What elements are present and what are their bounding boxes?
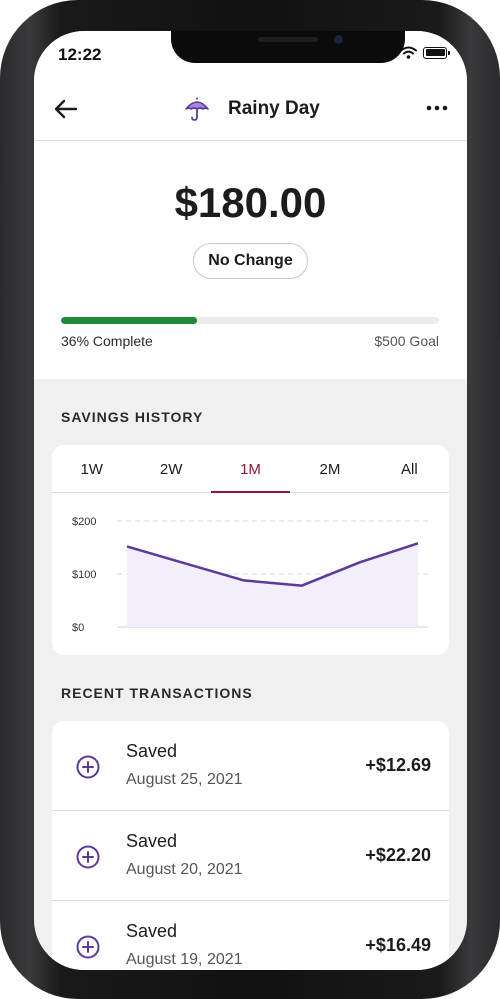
savings-chart: $200 $100 $0	[72, 516, 428, 634]
tab-all[interactable]: All	[370, 445, 449, 492]
phone-frame: 12:22 Rainy Day $180.00 No Change 36% Co…	[0, 0, 500, 999]
goal-progress-bar	[61, 317, 439, 324]
nav-bar: Rainy Day	[34, 86, 467, 140]
transaction-row[interactable]: Saved August 20, 2021 +$22.20	[52, 811, 449, 901]
savings-history-title: SAVINGS HISTORY	[61, 409, 204, 425]
transaction-amount: +$22.20	[365, 845, 431, 865]
tab-2m[interactable]: 2M	[290, 445, 369, 492]
umbrella-icon	[185, 97, 209, 121]
notch	[171, 31, 405, 63]
balance-amount: $180.00	[174, 179, 327, 226]
transaction-amount: +$12.69	[365, 755, 431, 775]
volume-down-button	[0, 298, 3, 356]
summary-card: 12:22 Rainy Day $180.00 No Change 36% Co…	[34, 31, 467, 379]
goal-label: $500 Goal	[374, 333, 439, 349]
tab-2w[interactable]: 2W	[131, 445, 210, 492]
plus-circle-icon	[76, 755, 100, 779]
progress-complete-label: 36% Complete	[61, 333, 153, 349]
battery-icon	[423, 46, 450, 59]
transaction-title: Saved	[126, 831, 178, 851]
screen: 12:22 Rainy Day $180.00 No Change 36% Co…	[34, 31, 467, 970]
change-badge: No Change	[193, 243, 308, 279]
tab-1m[interactable]: 1M	[210, 445, 291, 493]
transactions-list: Saved August 25, 2021 +$12.69 Saved August 2…	[52, 721, 449, 970]
transaction-amount: +$16.49	[365, 935, 431, 955]
nav-title-group: Rainy Day	[184, 96, 320, 122]
silent-switch	[0, 150, 3, 180]
plus-circle-icon	[76, 845, 100, 869]
transaction-title: Saved	[126, 921, 178, 941]
y-tick-label: $200	[72, 516, 96, 528]
savings-history-card: 1W 2W 1M 2M All $200 $100 $0	[52, 445, 449, 655]
y-tick-label: $100	[72, 569, 96, 581]
transaction-row[interactable]: Saved August 25, 2021 +$12.69	[52, 721, 449, 811]
more-options-icon[interactable]	[425, 98, 449, 118]
transaction-date: August 19, 2021	[126, 951, 243, 968]
tab-1w[interactable]: 1W	[52, 445, 131, 492]
goal-progress-fill	[61, 317, 198, 324]
front-camera	[334, 35, 343, 44]
range-tabs: 1W 2W 1M 2M All	[52, 445, 449, 493]
plus-circle-icon	[76, 935, 100, 959]
recent-transactions-title: RECENT TRANSACTIONS	[61, 685, 253, 701]
speaker	[258, 37, 318, 42]
savings-area	[127, 543, 418, 627]
transaction-title: Saved	[126, 741, 178, 761]
transaction-row[interactable]: Saved August 19, 2021 +$16.49	[52, 901, 449, 970]
page-title: Rainy Day	[228, 98, 320, 119]
transaction-date: August 20, 2021	[126, 861, 243, 878]
transaction-date: August 25, 2021	[126, 771, 243, 788]
volume-up-button	[0, 228, 3, 286]
back-arrow-icon[interactable]	[52, 95, 80, 123]
status-time: 12:22	[58, 45, 102, 64]
y-tick-label: $0	[72, 622, 84, 634]
header-divider	[34, 140, 467, 141]
